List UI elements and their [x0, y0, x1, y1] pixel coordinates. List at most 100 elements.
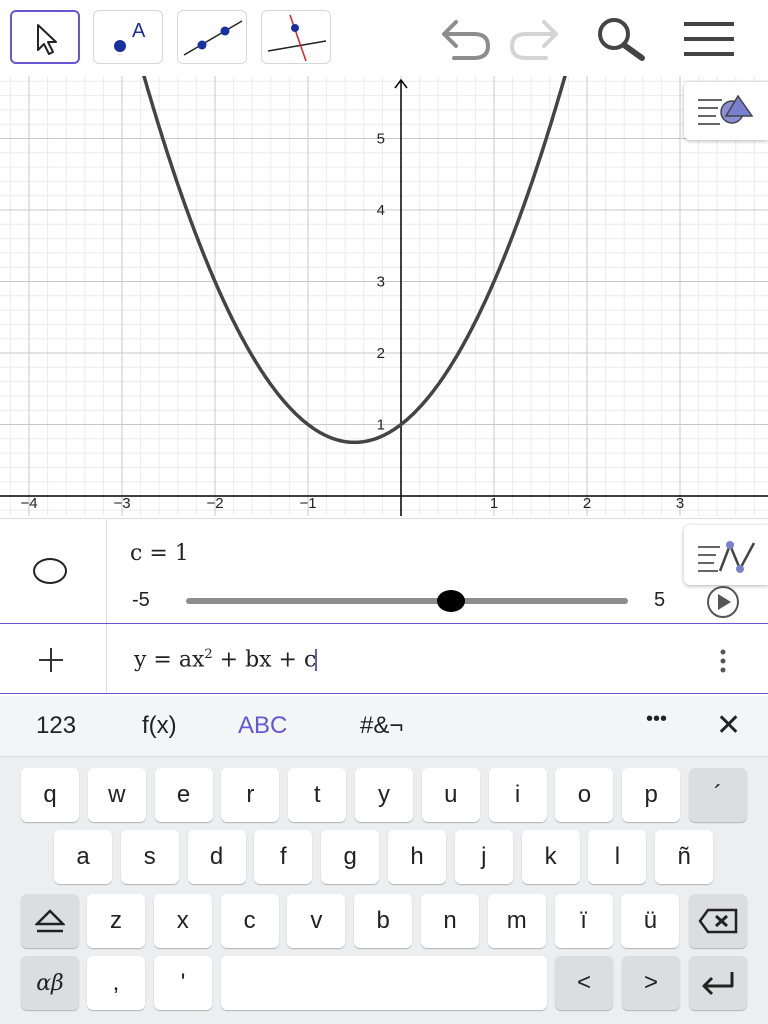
key-m[interactable]: m [487, 894, 546, 948]
greek-key[interactable]: αβ [21, 956, 79, 1010]
play-icon[interactable] [704, 585, 742, 623]
key-f[interactable]: f [254, 830, 313, 884]
key-h[interactable]: h [388, 830, 446, 884]
move-tool-button[interactable] [10, 10, 80, 64]
key-g[interactable]: g [321, 830, 380, 884]
key-apostrophe-label: ' [180, 969, 186, 996]
key-j[interactable]: j [454, 830, 513, 884]
key-k[interactable]: k [521, 830, 580, 884]
enter-key[interactable] [689, 956, 747, 1010]
more-keys-icon[interactable]: ••• [646, 708, 667, 731]
key-char[interactable]: ü [621, 894, 680, 948]
key-b[interactable]: b [354, 894, 413, 948]
key-i[interactable]: i [488, 768, 547, 822]
slider-min-label: -5 [132, 589, 150, 611]
tab-abc[interactable]: ABC [238, 712, 287, 740]
key-label: k [544, 843, 557, 870]
tab-symbols[interactable]: #&¬ [360, 712, 403, 740]
line-through-points-icon [183, 20, 243, 56]
key-comma[interactable]: , [87, 956, 145, 1010]
key-label: q [43, 781, 57, 808]
point-tool-button[interactable]: A [93, 10, 163, 64]
key-t[interactable]: t [288, 768, 347, 822]
right-arrow-label: > [643, 969, 658, 996]
function-style-icon [698, 541, 756, 573]
line-tool-button[interactable] [177, 10, 247, 64]
key-q[interactable]: q [21, 768, 79, 822]
slider-max-label: 5 [654, 589, 666, 611]
key-label: n [443, 907, 457, 934]
key-label: s [143, 843, 156, 870]
left-arrow-label: < [576, 969, 591, 996]
key-label: ü [643, 907, 658, 934]
point-icon: A [114, 20, 146, 52]
key-char[interactable]: ñ [655, 830, 714, 884]
keyboard-tabs: 123 f(x) ABC #&¬ ••• ✕ [0, 696, 768, 757]
key-label: b [376, 907, 390, 934]
slider-definition[interactable]: c = 1 [130, 541, 189, 566]
x-tick-label: −3 [113, 495, 130, 512]
space-key[interactable] [221, 956, 547, 1010]
y-axis-labels: 123456 [377, 131, 385, 434]
keyboard-row-1: q w e r t y u i o p ´ [0, 768, 768, 824]
key-char[interactable]: ï [554, 894, 613, 948]
close-keyboard-icon[interactable]: ✕ [716, 708, 741, 743]
key-w[interactable]: w [87, 768, 146, 822]
slider-track[interactable] [186, 598, 628, 604]
search-icon[interactable] [590, 14, 646, 64]
right-arrow-key[interactable]: > [622, 956, 680, 1010]
key-label: t [313, 781, 321, 808]
input-suffix: + bx + c [212, 647, 317, 673]
undo-icon[interactable] [436, 14, 492, 64]
key-p[interactable]: p [622, 768, 681, 822]
key-e[interactable]: e [154, 768, 213, 822]
visibility-toggle[interactable] [33, 558, 67, 584]
algebra-style-bar-button[interactable] [684, 525, 768, 585]
key-r[interactable]: r [221, 768, 280, 822]
slider-thumb[interactable] [437, 590, 466, 612]
tab-numbers[interactable]: 123 [36, 712, 76, 740]
key-o[interactable]: o [555, 768, 614, 822]
menu-icon[interactable] [680, 14, 736, 64]
input-exponent: 2 [204, 647, 213, 662]
key-label: l [614, 843, 621, 870]
x-tick-label: −2 [206, 495, 223, 512]
key-label: f [280, 843, 287, 870]
key-a[interactable]: a [54, 830, 112, 884]
tab-functions[interactable]: f(x) [142, 712, 177, 740]
key-label: y [378, 781, 390, 808]
algebra-input-field[interactable]: y = ax2 + bx + c [134, 647, 317, 672]
key-c[interactable]: c [220, 894, 279, 948]
shift-icon [35, 909, 65, 933]
key-char[interactable]: ´ [689, 768, 747, 822]
key-x[interactable]: x [153, 894, 212, 948]
key-apostrophe[interactable]: ' [154, 956, 212, 1010]
perpendicular-line-tool-button[interactable] [261, 10, 331, 64]
parabola-curve[interactable] [103, 76, 613, 445]
style-bar-icon [698, 94, 754, 125]
x-tick-label: −1 [299, 495, 316, 512]
plus-icon[interactable] [36, 645, 66, 675]
graphics-style-bar-button[interactable] [684, 82, 768, 140]
key-u[interactable]: u [421, 768, 480, 822]
key-l[interactable]: l [588, 830, 647, 884]
key-label: i [514, 781, 521, 808]
left-arrow-key[interactable]: < [555, 956, 613, 1010]
more-options-icon[interactable] [716, 647, 730, 679]
key-z[interactable]: z [87, 894, 145, 948]
key-y[interactable]: y [355, 768, 413, 822]
backspace-key[interactable] [689, 894, 747, 948]
graphics-view[interactable]: −4−3−2−1123 123456 [0, 76, 768, 516]
key-n[interactable]: n [421, 894, 479, 948]
key-d[interactable]: d [187, 830, 246, 884]
input-prefix: y = ax [134, 647, 205, 673]
key-v[interactable]: v [287, 894, 346, 948]
key-label: h [410, 843, 424, 870]
key-comma-label: , [112, 969, 120, 996]
redo-icon[interactable] [504, 14, 560, 64]
x-axis-labels: −4 −3 −2 −1 1 2 3 [20, 495, 684, 512]
keyboard-row-4: αβ , ' < > [0, 956, 768, 1012]
shift-key[interactable] [21, 894, 79, 948]
coordinate-plane[interactable]: −4−3−2−1123 123456 [0, 76, 768, 516]
key-s[interactable]: s [120, 830, 179, 884]
